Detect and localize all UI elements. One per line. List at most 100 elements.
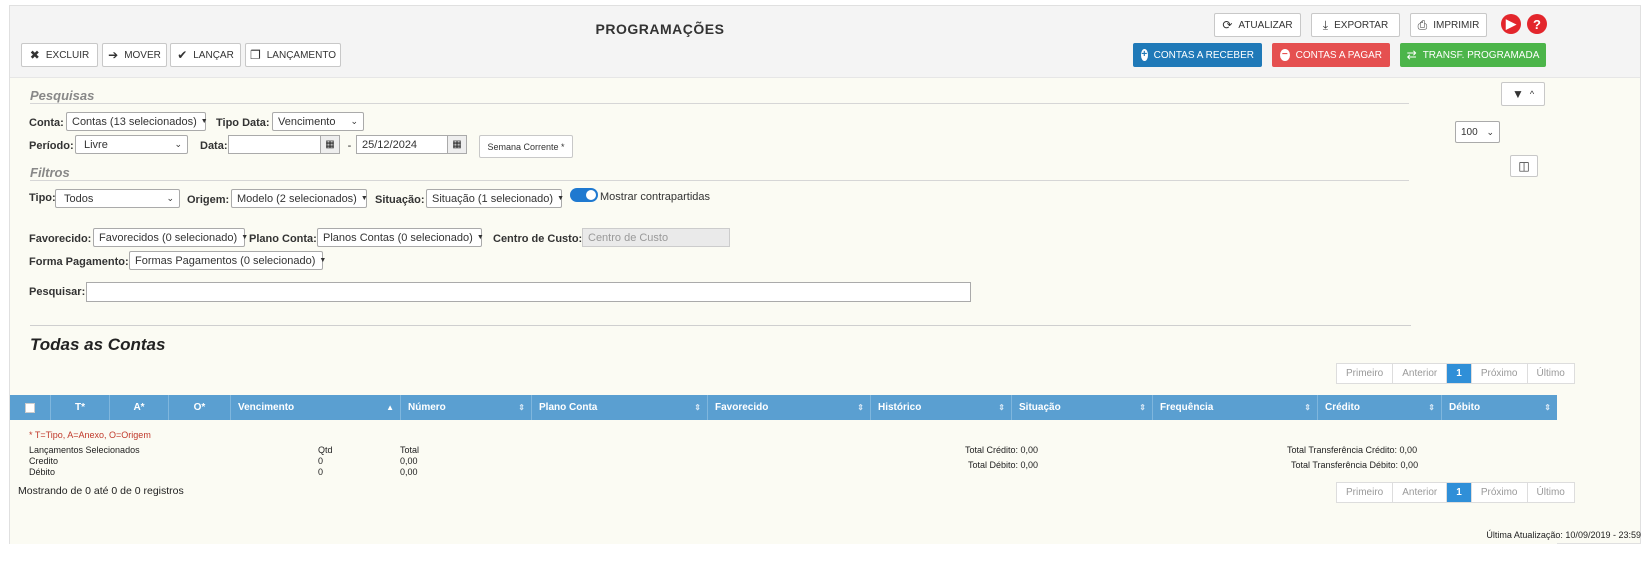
mover-button[interactable]: ➔ MOVER [102,43,167,67]
col-historico[interactable]: Histórico ⇕ [870,395,1011,420]
contrapartidas-toggle[interactable] [570,188,598,202]
pager-first[interactable]: Primeiro [1337,483,1394,502]
col-frequencia[interactable]: Frequência ⇕ [1152,395,1317,420]
situacao-select[interactable]: Situação (1 selecionado) ▼ [426,189,565,208]
col-anexo[interactable]: A* [109,395,168,420]
sort-icon: ⇕ [1139,403,1146,412]
excluir-button[interactable]: ✖ EXCLUIR [21,43,98,67]
data-start-input[interactable] [228,135,321,154]
mostrando-info: Mostrando de 0 até 0 de 0 registros [18,485,184,497]
favorecido-label: Favorecido: [29,233,92,245]
sort-icon: ⇕ [1304,403,1311,412]
credito-label: Credito [29,456,59,466]
pager-last[interactable]: Último [1528,364,1574,383]
col-debito[interactable]: Débito ⇕ [1441,395,1557,420]
contrapartidas-label: Mostrar contrapartidas [600,191,711,203]
col-situacao[interactable]: Situação ⇕ [1011,395,1152,420]
origem-select[interactable]: Modelo (2 selecionados) ▼ [231,189,368,208]
transf-programada-button[interactable]: ⇄ TRANSF. PROGRAMADA [1400,43,1546,67]
divider [30,325,1411,326]
favorecido-select[interactable]: Favorecidos (0 selecionado) ▼ [93,228,249,247]
download-icon: ⤓ [1322,18,1329,32]
total-debito: Total Débito: 0,00 [968,460,1039,470]
pager-last[interactable]: Último [1528,483,1574,502]
filter-toggle-button[interactable]: ▼ ^ [1501,82,1545,106]
sort-icon: ⇕ [1544,403,1551,412]
toolbar: PROGRAMAÇÕES ✖ EXCLUIR ➔ MOVER ✔ LANÇAR … [10,6,1640,78]
data-end-input[interactable]: 25/12/2024 [356,135,448,154]
pesquisar-label: Pesquisar: [29,286,86,298]
close-icon: ✖ [29,48,40,62]
centro-custo-input[interactable]: Centro de Custo [582,228,730,247]
atualizar-button[interactable]: ⟳ ATUALIZAR [1214,13,1301,37]
checkbox-icon [25,402,35,413]
col-vencimento[interactable]: Vencimento ▲ [230,395,400,420]
caret-down-icon: ▼ [476,234,484,241]
select-all-checkbox[interactable] [10,395,50,420]
col-credito[interactable]: Crédito ⇕ [1317,395,1441,420]
divider [30,180,1409,181]
periodo-label: Período: [29,140,74,152]
arrow-right-circle-icon: ➔ [108,48,119,62]
col-tipo[interactable]: T* [50,395,109,420]
pager-prev[interactable]: Anterior [1393,483,1448,502]
calendar-icon[interactable]: ▦ [447,135,467,154]
check-icon: ✔ [177,48,188,62]
columns-icon: ◫ [1518,159,1530,173]
page-size-select[interactable]: 100 ⌄ [1455,121,1500,143]
help-icon[interactable]: ? [1527,14,1547,34]
forma-pagamento-select[interactable]: Formas Pagamentos (0 selecionado) ▼ [129,251,327,270]
pagination-bottom: Primeiro Anterior 1 Próximo Último [1336,482,1575,503]
caret-down-icon: ▼ [200,118,208,125]
main-panel: PROGRAMAÇÕES ✖ EXCLUIR ➔ MOVER ✔ LANÇAR … [9,5,1641,544]
exportar-button[interactable]: ⤓ EXPORTAR [1311,13,1400,37]
forma-pagamento-label: Forma Pagamento: [29,256,129,268]
tipo-data-select[interactable]: Vencimento ⌄ [272,112,364,131]
plano-conta-select[interactable]: Planos Contas (0 selecionado) ▼ [317,228,484,247]
caret-down-icon: ▼ [319,257,327,264]
debito-qtd: 0 [318,467,324,477]
semana-corrente-button[interactable]: Semana Corrente * [479,135,573,158]
calendar-icon[interactable]: ▦ [320,135,340,154]
pager-page[interactable]: 1 [1447,483,1472,502]
contas-receber-button[interactable]: + CONTAS A RECEBER [1133,43,1262,67]
origem-label: Origem: [187,194,230,206]
col-numero[interactable]: Número ⇕ [400,395,531,420]
last-update: Última Atualização: 10/09/2019 - 23:59 [1486,530,1641,540]
chevron-up-icon: ^ [1529,88,1535,99]
total-transf-debito: Total Transferência Débito: 0,00 [1291,460,1419,470]
pesquisar-input[interactable] [86,282,971,302]
sort-icon: ⇕ [857,403,864,412]
lancamento-button[interactable]: ❐ LANÇAMENTO [245,43,341,67]
debito-label: Débito [29,467,56,477]
contas-pagar-button[interactable]: − CONTAS A PAGAR [1272,43,1390,67]
sort-icon: ⇕ [1428,403,1435,412]
caret-down-icon: ▼ [360,195,368,202]
sort-asc-icon: ▲ [386,403,394,412]
pager-page[interactable]: 1 [1447,364,1472,383]
minus-circle-icon: − [1280,49,1290,61]
col-plano-conta[interactable]: Plano Conta ⇕ [531,395,707,420]
credito-total: 0,00 [400,456,418,466]
conta-select[interactable]: Contas (13 selecionados) ▼ [66,112,208,131]
col-origem[interactable]: O* [168,395,230,420]
qtd-header: Qtd [318,445,333,455]
caret-down-icon: ▼ [557,195,565,202]
imprimir-button[interactable]: ⎙ IMPRIMIR [1410,13,1487,37]
caret-down-icon: ▼ [241,234,249,241]
sort-icon: ⇕ [998,403,1005,412]
tipo-select[interactable]: Todos ⌄ [55,189,180,208]
pager-next[interactable]: Próximo [1472,364,1528,383]
periodo-select[interactable]: Livre ⌄ [75,135,188,154]
lancar-button[interactable]: ✔ LANÇAR [170,43,241,67]
pager-prev[interactable]: Anterior [1393,364,1448,383]
situacao-label: Situação: [375,194,425,206]
col-favorecido[interactable]: Favorecido ⇕ [707,395,870,420]
print-icon: ⎙ [1417,18,1428,32]
copy-icon: ❐ [249,48,261,62]
pager-next[interactable]: Próximo [1472,483,1528,502]
columns-button[interactable]: ◫ [1510,155,1538,177]
pager-first[interactable]: Primeiro [1337,364,1394,383]
video-help-icon[interactable]: ▶ [1501,14,1521,34]
plus-circle-icon: + [1141,49,1148,61]
